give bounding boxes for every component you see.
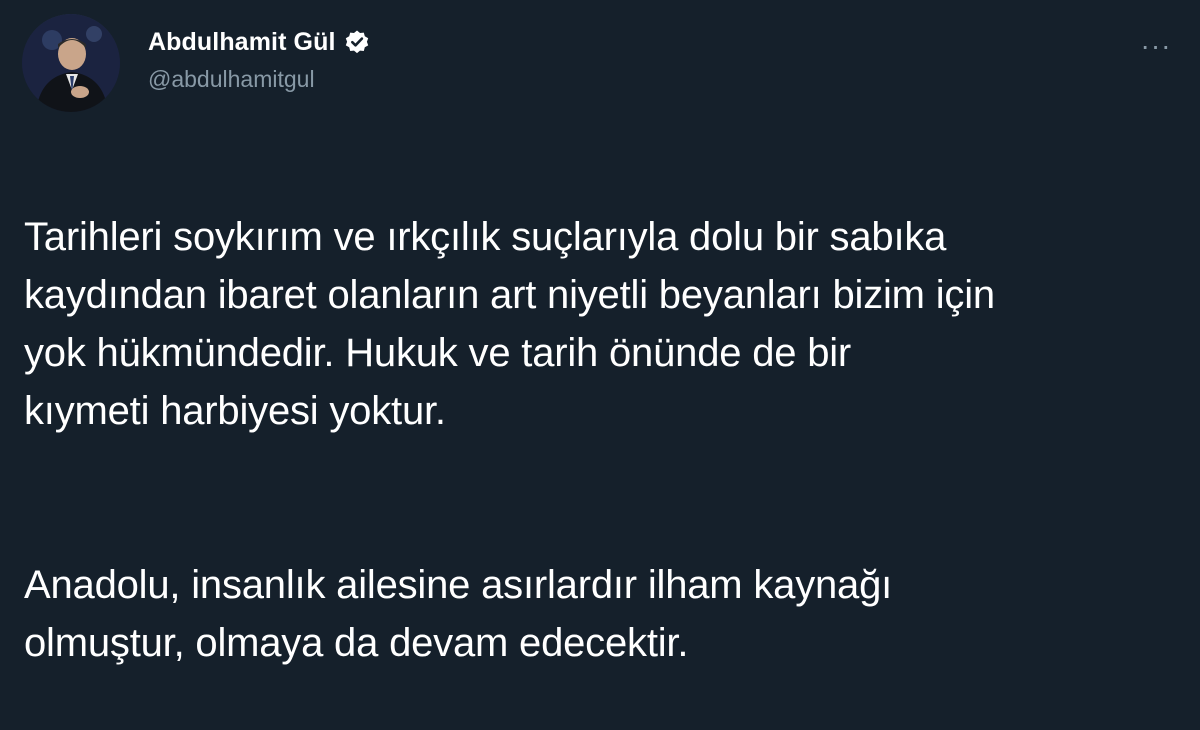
- avatar[interactable]: [22, 14, 120, 112]
- more-options-button[interactable]: ···: [1136, 26, 1176, 66]
- avatar-image: [22, 14, 120, 112]
- author-names: Abdulhamit Gül @abdulhamitgul: [148, 24, 370, 104]
- more-horizontal-icon: ···: [1140, 30, 1172, 61]
- tweet-card: Abdulhamit Gül @abdulhamitgul ··· Tarihl…: [0, 0, 1200, 665]
- display-name-row: Abdulhamit Gül: [148, 24, 370, 60]
- tweet-paragraph: Anadolu, insanlık ailesine asırlardır il…: [24, 563, 893, 665]
- verified-badge-icon: [344, 29, 370, 55]
- author-handle[interactable]: @abdulhamitgul: [148, 66, 370, 93]
- tweet-paragraph: Tarihleri soykırım ve ırkçılık suçlarıyl…: [24, 215, 995, 433]
- tweet-text: Tarihleri soykırım ve ırkçılık suçlarıyl…: [24, 150, 1184, 730]
- display-name[interactable]: Abdulhamit Gül: [148, 28, 336, 57]
- tweet-header: Abdulhamit Gül @abdulhamitgul ···: [22, 14, 1182, 114]
